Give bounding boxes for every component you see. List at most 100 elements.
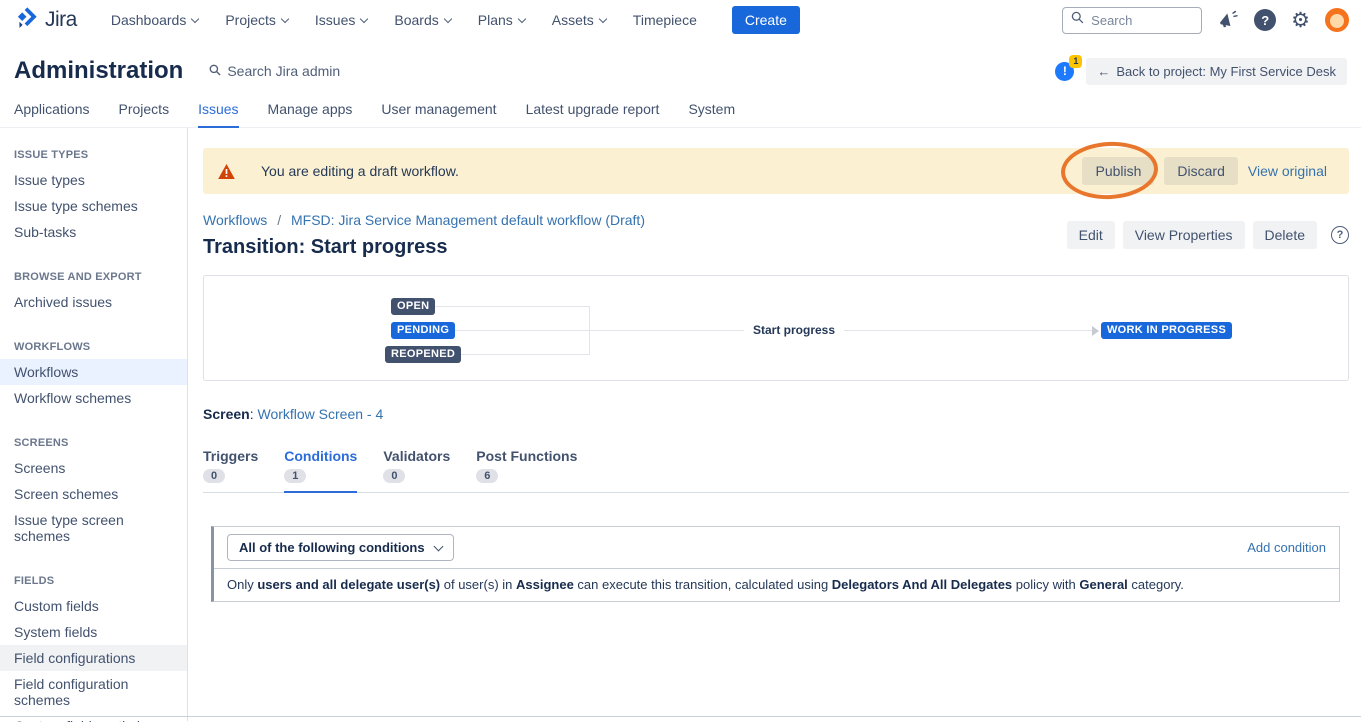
admin-search-label: Search Jira admin (227, 63, 340, 79)
jira-logo-icon (14, 5, 39, 35)
megaphone-icon[interactable] (1217, 9, 1239, 31)
back-arrow-icon: ← (1097, 64, 1110, 79)
search-placeholder: Search (1091, 13, 1132, 28)
sidebar-item-custom-fields[interactable]: Custom fields (0, 593, 187, 619)
tab-validators[interactable]: Validators 0 (383, 448, 450, 492)
breadcrumb-workflows-link[interactable]: Workflows (203, 212, 267, 228)
jira-logo[interactable]: Jira (14, 5, 77, 35)
delete-button[interactable]: Delete (1253, 221, 1317, 249)
arrow-right-icon (1092, 326, 1099, 336)
nav-item-plans[interactable]: Plans (478, 12, 525, 28)
chevron-down-icon (599, 14, 607, 22)
breadcrumb: Workflows / MFSD: Jira Service Managemen… (203, 212, 645, 228)
main-layout: ISSUE TYPES Issue types Issue type schem… (0, 128, 1361, 721)
global-search-input[interactable]: Search (1062, 7, 1202, 34)
sidebar-item-screens[interactable]: Screens (0, 455, 187, 481)
workflow-screen-link[interactable]: Workflow Screen - 4 (257, 406, 383, 422)
tab-system[interactable]: System (688, 97, 735, 127)
back-to-project-button[interactable]: ← Back to project: My First Service Desk (1086, 58, 1347, 85)
sidebar-item-issue-types[interactable]: Issue types (0, 167, 187, 193)
status-lozenge-work-in-progress: WORK IN PROGRESS (1101, 322, 1232, 339)
page-title: Administration (14, 57, 183, 85)
nav-item-timepiece[interactable]: Timepiece (633, 12, 697, 28)
notification-icon[interactable]: ! 1 (1055, 62, 1074, 81)
tab-manage-apps[interactable]: Manage apps (268, 97, 353, 127)
chevron-down-icon (281, 14, 289, 22)
avatar[interactable] (1325, 8, 1349, 32)
sidebar-section-issue-types: ISSUE TYPES Issue types Issue type schem… (0, 144, 187, 245)
window-bottom-edge (0, 716, 1361, 717)
jira-logo-text: Jira (45, 8, 77, 32)
conditions-panel: All of the following conditions Add cond… (211, 526, 1340, 602)
sidebar-item-archived-issues[interactable]: Archived issues (0, 289, 187, 315)
view-properties-button[interactable]: View Properties (1123, 221, 1245, 249)
sidebar-section-browse-export: BROWSE AND EXPORT Archived issues (0, 266, 187, 315)
search-icon (1071, 11, 1084, 29)
conditions-panel-header: All of the following conditions Add cond… (214, 527, 1339, 569)
sidebar-item-workflow-schemes[interactable]: Workflow schemes (0, 385, 187, 411)
warning-icon (218, 164, 235, 179)
conditions-operator-dropdown[interactable]: All of the following conditions (227, 534, 454, 561)
add-condition-link[interactable]: Add condition (1247, 540, 1326, 555)
publish-button[interactable]: Publish (1082, 157, 1154, 185)
sidebar-heading: WORKFLOWS (0, 336, 187, 359)
chevron-down-icon (433, 541, 443, 551)
nav-item-dashboards[interactable]: Dashboards (111, 12, 199, 28)
tab-triggers[interactable]: Triggers 0 (203, 448, 258, 492)
conditions-count-badge: 1 (284, 469, 306, 483)
search-icon (209, 63, 221, 79)
admin-header: Administration Search Jira admin ! 1 ← B… (0, 40, 1361, 97)
breadcrumb-title-block: Workflows / MFSD: Jira Service Managemen… (203, 212, 645, 259)
gear-icon[interactable]: ⚙ (1291, 10, 1310, 31)
tab-latest-upgrade-report[interactable]: Latest upgrade report (526, 97, 660, 127)
transition-tab-bar: Triggers 0 Conditions 1 Validators 0 Pos… (203, 448, 1349, 493)
sidebar-heading: ISSUE TYPES (0, 144, 187, 167)
connector-line (433, 330, 589, 331)
chevron-down-icon (444, 14, 452, 22)
sidebar-item-custom-fields-optimizer[interactable]: Custom fields optimizer (0, 713, 187, 722)
breadcrumb-workflow-draft-link[interactable]: MFSD: Jira Service Management default wo… (291, 212, 645, 228)
top-navigation-bar: Jira Dashboards Projects Issues Boards P… (0, 0, 1361, 40)
help-icon[interactable]: ? (1254, 9, 1276, 31)
sidebar-item-system-fields[interactable]: System fields (0, 619, 187, 645)
notification-count-badge: 1 (1069, 55, 1082, 68)
tab-conditions[interactable]: Conditions 1 (284, 448, 357, 493)
publish-button-wrapper: Publish (1082, 157, 1154, 185)
draft-workflow-banner: You are editing a draft workflow. Publis… (203, 148, 1349, 194)
transition-title: Transition: Start progress (203, 236, 645, 259)
tab-projects[interactable]: Projects (119, 97, 170, 127)
help-icon[interactable]: ? (1331, 226, 1349, 244)
validators-count-badge: 0 (383, 469, 405, 483)
sidebar-item-workflows[interactable]: Workflows (0, 359, 187, 385)
tab-applications[interactable]: Applications (14, 97, 90, 127)
main-content: You are editing a draft workflow. Publis… (188, 128, 1361, 721)
sidebar-item-issue-type-screen-schemes[interactable]: Issue type screen schemes (0, 507, 187, 549)
sidebar-heading: BROWSE AND EXPORT (0, 266, 187, 289)
tab-post-functions[interactable]: Post Functions 6 (476, 448, 577, 492)
nav-item-assets[interactable]: Assets (552, 12, 606, 28)
create-button[interactable]: Create (732, 6, 800, 34)
nav-item-projects[interactable]: Projects (225, 12, 288, 28)
admin-sidebar: ISSUE TYPES Issue types Issue type schem… (0, 128, 188, 721)
edit-button[interactable]: Edit (1067, 221, 1115, 249)
transition-label: Start progress (744, 323, 844, 337)
breadcrumb-separator: / (277, 212, 281, 228)
tab-user-management[interactable]: User management (381, 97, 496, 127)
tab-issues[interactable]: Issues (198, 97, 238, 128)
admin-search-field[interactable]: Search Jira admin (209, 63, 340, 79)
sidebar-item-sub-tasks[interactable]: Sub-tasks (0, 219, 187, 245)
sidebar-item-field-configurations[interactable]: Field configurations (0, 645, 187, 671)
sidebar-item-issue-type-schemes[interactable]: Issue type schemes (0, 193, 187, 219)
sidebar-item-screen-schemes[interactable]: Screen schemes (0, 481, 187, 507)
chevron-down-icon (518, 14, 526, 22)
sidebar-item-field-configuration-schemes[interactable]: Field configuration schemes (0, 671, 187, 713)
discard-button[interactable]: Discard (1164, 157, 1237, 185)
sidebar-heading: FIELDS (0, 570, 187, 593)
nav-item-issues[interactable]: Issues (315, 12, 367, 28)
connector-line (422, 306, 589, 307)
content-header: Workflows / MFSD: Jira Service Managemen… (203, 212, 1349, 259)
workflow-diagram: OPEN PENDING REOPENED Start progress WOR… (203, 275, 1349, 381)
jira-admin-page: Jira Dashboards Projects Issues Boards P… (0, 0, 1361, 722)
view-original-link[interactable]: View original (1248, 163, 1327, 179)
nav-item-boards[interactable]: Boards (394, 12, 450, 28)
